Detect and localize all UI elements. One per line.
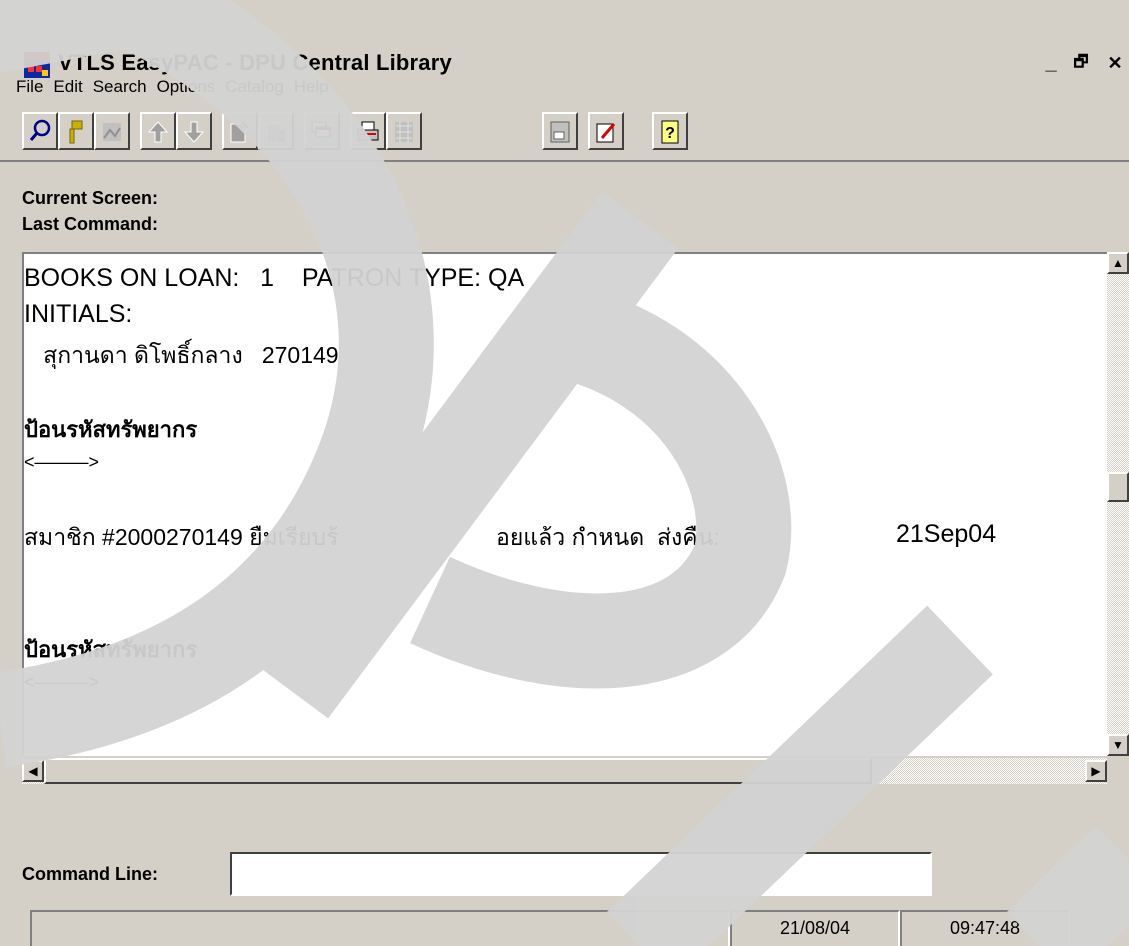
printer-icon [357, 121, 379, 141]
network-icon [395, 122, 413, 142]
resource-prompt-1: ป้อนรหัสทรัพยากร [24, 417, 198, 442]
search-button[interactable] [22, 112, 58, 150]
input-arrow-2: <———> [24, 672, 100, 692]
menu-edit[interactable]: Edit [53, 76, 82, 98]
key-icon [69, 120, 83, 144]
menu-file[interactable]: File [16, 76, 43, 98]
status-date: 21/08/04 [730, 910, 900, 946]
windows-button[interactable] [304, 112, 340, 150]
window-title: VTLS EasyPAC - DPU Central Library [58, 50, 452, 75]
up-arrow-icon [147, 121, 169, 143]
down-arrow-icon [183, 121, 205, 143]
vertical-scroll-thumb[interactable] [1107, 472, 1129, 502]
loan-info-line: BOOKS ON LOAN: 1 PATRON TYPE: QA [24, 264, 525, 292]
loan-confirm-line-left: สมาชิก #2000270149 ยืมเรียบร้ [24, 524, 339, 550]
patron-name-line: สุกานดา ดิโพธิ์กลาง 270149 [24, 342, 339, 368]
resource-prompt-2: ป้อนรหัสทรัพยากร [24, 637, 198, 662]
document-icon [230, 121, 249, 143]
search-icon [29, 119, 51, 141]
initials-line: INITIALS: [24, 300, 133, 328]
menu-catalog[interactable]: Catalog [225, 76, 284, 98]
scroll-up-button[interactable]: ▲ [1107, 252, 1129, 274]
minimize-button[interactable]: _ [1040, 52, 1062, 74]
print-button[interactable] [350, 112, 386, 150]
menu-bar: File Edit Search Options Catalog Help [16, 76, 339, 98]
close-button[interactable]: ✕ [1104, 52, 1126, 74]
form-button[interactable] [542, 112, 578, 150]
command-line-label: Command Line: [22, 864, 159, 884]
form-icon [550, 121, 570, 143]
due-date: 21Sep04 [896, 520, 997, 548]
up-button[interactable] [140, 112, 176, 150]
network-button[interactable] [386, 112, 422, 150]
last-command-label: Last Command: [22, 214, 159, 234]
status-message-pane [30, 910, 730, 946]
edit-button[interactable] [588, 112, 624, 150]
input-arrow-1: <———> [24, 452, 100, 472]
document-grey-button[interactable] [258, 112, 294, 150]
help-icon: ? [661, 120, 679, 144]
menu-search[interactable]: Search [93, 76, 147, 98]
document-button[interactable] [222, 112, 258, 150]
edit-icon [596, 123, 616, 143]
horizontal-scroll-thumb[interactable] [44, 758, 872, 784]
scroll-right-button[interactable]: ▶ [1085, 760, 1107, 782]
restore-button[interactable]: 🗗 [1070, 52, 1092, 74]
image-button[interactable] [94, 112, 130, 150]
scroll-left-button[interactable]: ◀ [22, 760, 44, 782]
down-button[interactable] [176, 112, 212, 150]
status-time: 09:47:48 [900, 910, 1070, 946]
current-screen-label: Current Screen: [22, 188, 159, 208]
document-grey-icon [266, 123, 285, 143]
toolbar-separator [0, 160, 1129, 162]
key-button[interactable] [58, 112, 94, 150]
menu-help[interactable]: Help [294, 76, 329, 98]
windows-icon [311, 121, 331, 138]
image-icon [103, 123, 121, 141]
help-button[interactable]: ? [652, 112, 688, 150]
vertical-scrollbar[interactable]: ▲ ▼ [1107, 252, 1129, 756]
horizontal-scrollbar[interactable]: ◀ ▶ [22, 758, 1107, 784]
loan-confirm-line-mid: อยแล้ว กำหนด ส่งคืน: [496, 524, 720, 550]
command-input[interactable] [230, 852, 932, 896]
output-panel[interactable]: BOOKS ON LOAN: 1 PATRON TYPE: QA INITIAL… [22, 252, 1107, 756]
application-window: VTLS EasyPAC - DPU Central Library _ 🗗 ✕… [0, 0, 1129, 946]
app-icon[interactable] [24, 52, 50, 78]
title-bar: VTLS EasyPAC - DPU Central Library _ 🗗 ✕ [0, 20, 1129, 78]
menu-options[interactable]: Options [157, 76, 216, 98]
scroll-down-button[interactable]: ▼ [1107, 734, 1129, 756]
svg-text:?: ? [665, 125, 675, 142]
